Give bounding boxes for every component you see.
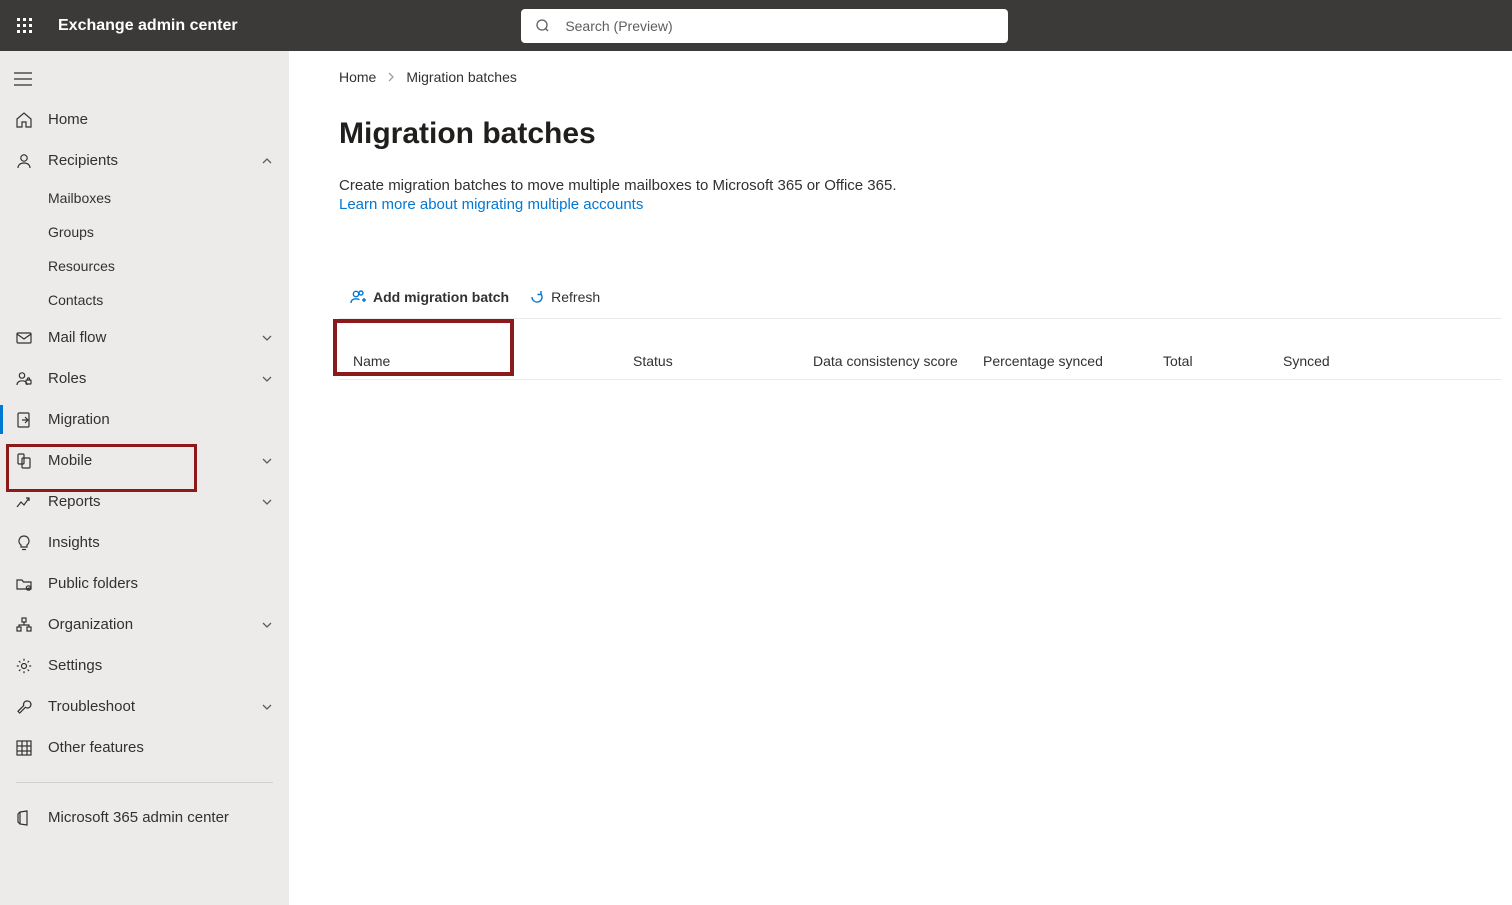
troubleshoot-icon: [14, 697, 34, 717]
sidebar-item-label: Home: [48, 111, 275, 128]
button-label: Add migration batch: [373, 289, 509, 305]
table-header-total[interactable]: Total: [1163, 353, 1283, 369]
org-icon: [14, 615, 34, 635]
learn-more-link[interactable]: Learn more about migrating multiple acco…: [339, 196, 643, 213]
mail-icon: [14, 328, 34, 348]
mobile-icon: [14, 451, 34, 471]
home-icon: [14, 110, 34, 130]
table-header-name[interactable]: Name: [353, 353, 633, 369]
roles-icon: [14, 369, 34, 389]
sidebar-item-otherfeatures[interactable]: Other features: [0, 727, 289, 768]
sidebar: Home Recipients Mailboxes Groups Resourc…: [0, 51, 289, 905]
command-bar: Add migration batch Refresh: [339, 275, 1502, 319]
table-header-percentage[interactable]: Percentage synced: [983, 353, 1163, 369]
folders-icon: [14, 574, 34, 594]
insights-icon: [14, 533, 34, 553]
sidebar-item-settings[interactable]: Settings: [0, 645, 289, 686]
migration-batches-table: Name Status Data consistency score Perce…: [339, 343, 1502, 380]
sidebar-item-contacts[interactable]: Contacts: [0, 283, 289, 317]
sidebar-item-m365-admin[interactable]: Microsoft 365 admin center: [0, 797, 289, 838]
breadcrumb-home-link[interactable]: Home: [339, 69, 376, 85]
chevron-down-icon: [259, 371, 275, 387]
sidebar-item-label: Organization: [48, 616, 259, 633]
sidebar-item-mobile[interactable]: Mobile: [0, 440, 289, 481]
nav-toggle-button[interactable]: [0, 59, 289, 99]
sidebar-item-label: Mailboxes: [48, 190, 275, 206]
chevron-down-icon: [259, 453, 275, 469]
sidebar-item-recipients[interactable]: Recipients: [0, 140, 289, 181]
sidebar-item-label: Insights: [48, 534, 275, 551]
sidebar-item-organization[interactable]: Organization: [0, 604, 289, 645]
sidebar-item-home[interactable]: Home: [0, 99, 289, 140]
sidebar-item-reports[interactable]: Reports: [0, 481, 289, 522]
sidebar-item-label: Groups: [48, 224, 275, 240]
sidebar-item-label: Mail flow: [48, 329, 259, 346]
sidebar-item-migration[interactable]: Migration: [0, 399, 289, 440]
chevron-down-icon: [259, 699, 275, 715]
refresh-button[interactable]: Refresh: [529, 289, 600, 305]
add-migration-batch-button[interactable]: Add migration batch: [349, 288, 509, 306]
sidebar-item-label: Recipients: [48, 152, 259, 169]
table-header-consistency[interactable]: Data consistency score: [813, 353, 983, 369]
sidebar-item-groups[interactable]: Groups: [0, 215, 289, 249]
top-app-bar: Exchange admin center: [0, 0, 1512, 51]
chevron-right-icon: [386, 72, 396, 82]
page-title: Migration batches: [339, 117, 1512, 151]
sidebar-item-label: Contacts: [48, 292, 275, 308]
sidebar-item-mailflow[interactable]: Mail flow: [0, 317, 289, 358]
sidebar-item-roles[interactable]: Roles: [0, 358, 289, 399]
sidebar-item-label: Troubleshoot: [48, 698, 259, 715]
chevron-up-icon: [259, 153, 275, 169]
m365-icon: [14, 808, 34, 828]
hamburger-icon: [14, 72, 32, 86]
sidebar-item-insights[interactable]: Insights: [0, 522, 289, 563]
sidebar-item-label: Microsoft 365 admin center: [48, 809, 275, 826]
table-header-status[interactable]: Status: [633, 353, 813, 369]
grid-icon: [14, 738, 34, 758]
sidebar-item-publicfolders[interactable]: Public folders: [0, 563, 289, 604]
sidebar-item-mailboxes[interactable]: Mailboxes: [0, 181, 289, 215]
sidebar-item-label: Migration: [48, 411, 275, 428]
sidebar-item-label: Mobile: [48, 452, 259, 469]
breadcrumb-current: Migration batches: [406, 69, 517, 85]
app-launcher-button[interactable]: [10, 11, 40, 41]
sidebar-item-resources[interactable]: Resources: [0, 249, 289, 283]
person-icon: [14, 151, 34, 171]
sidebar-item-troubleshoot[interactable]: Troubleshoot: [0, 686, 289, 727]
chevron-down-icon: [259, 494, 275, 510]
sidebar-item-label: Roles: [48, 370, 259, 387]
sidebar-item-label: Public folders: [48, 575, 275, 592]
page-description: Create migration batches to move multipl…: [339, 177, 1512, 194]
chevron-down-icon: [259, 330, 275, 346]
app-title: Exchange admin center: [58, 17, 238, 35]
sidebar-divider: [16, 782, 273, 783]
table-header-synced[interactable]: Synced: [1283, 353, 1403, 369]
button-label: Refresh: [551, 289, 600, 305]
chevron-down-icon: [259, 617, 275, 633]
settings-icon: [14, 656, 34, 676]
sidebar-item-label: Reports: [48, 493, 259, 510]
sidebar-item-label: Resources: [48, 258, 275, 274]
search-icon: [535, 18, 551, 34]
refresh-icon: [529, 289, 545, 305]
breadcrumb: Home Migration batches: [339, 69, 1512, 85]
search-input[interactable]: [521, 9, 1008, 43]
add-people-icon: [349, 288, 367, 306]
waffle-icon: [17, 18, 33, 34]
table-header-row: Name Status Data consistency score Perce…: [339, 343, 1502, 380]
sidebar-item-label: Settings: [48, 657, 275, 674]
reports-icon: [14, 492, 34, 512]
main-content: Home Migration batches Migration batches…: [289, 51, 1512, 905]
search-container: [521, 9, 1008, 43]
sidebar-item-label: Other features: [48, 739, 275, 756]
migration-icon: [14, 410, 34, 430]
